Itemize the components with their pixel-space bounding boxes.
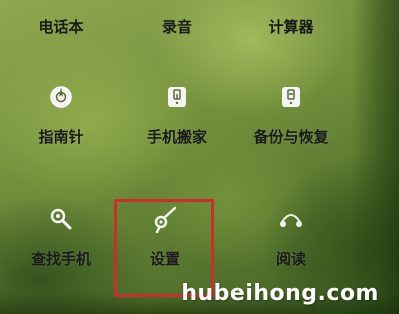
app-label-phonebook[interactable]: 电话本 <box>6 16 116 37</box>
app-drawer-screen: 电话本 录音 计算器 指南针 手机搬家 备份与恢复 查找手机 设置 阅读 hub… <box>0 0 399 314</box>
app-phone-clone[interactable]: 手机搬家 <box>122 82 232 147</box>
find-phone-icon <box>46 204 76 234</box>
app-label-calculator[interactable]: 计算器 <box>236 16 346 37</box>
app-compass[interactable]: 指南针 <box>6 82 116 147</box>
app-label-backup-restore: 备份与恢复 <box>253 128 329 146</box>
app-label-find-phone: 查找手机 <box>30 250 91 268</box>
compass-icon <box>46 82 76 112</box>
backup-restore-icon <box>276 82 306 112</box>
app-find-phone[interactable]: 查找手机 <box>6 204 116 269</box>
app-backup-restore[interactable]: 备份与恢复 <box>236 82 346 147</box>
app-label-compass: 指南针 <box>38 128 84 146</box>
app-label-reading: 阅读 <box>275 250 306 268</box>
right-edge-shadow <box>351 0 399 314</box>
phone-clone-icon <box>162 82 192 112</box>
app-label-phone-clone: 手机搬家 <box>146 128 207 146</box>
app-reading[interactable]: 阅读 <box>236 204 346 269</box>
reading-icon <box>276 204 306 234</box>
app-label-recorder[interactable]: 录音 <box>122 16 232 37</box>
watermark: hubeihong.com <box>181 281 379 306</box>
